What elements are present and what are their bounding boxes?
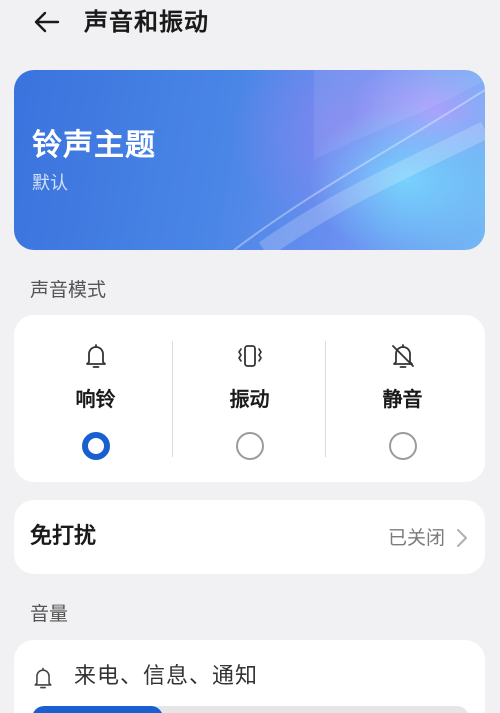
sound-mode-option-label: 响铃: [75, 387, 116, 411]
back-button[interactable]: [28, 6, 64, 38]
ring-volume-label: 来电、信息、通知: [74, 664, 259, 689]
ring-volume-slider-fill: [32, 706, 163, 713]
sound-vibration-page: 声音和振动 铃声主题 默认 声音模式 响铃 振动 静音 免打扰 已关闭 音量 来…: [0, 0, 500, 713]
page-title: 声音和振动: [84, 8, 209, 36]
ringtone-theme-card[interactable]: 铃声主题 默认: [14, 70, 485, 250]
ring-volume-slider[interactable]: [32, 706, 469, 713]
sound-mode-vibrate-option[interactable]: 振动: [173, 315, 326, 482]
sound-mode-ring-option[interactable]: 响铃: [19, 315, 172, 482]
sound-mode-option-label: 振动: [229, 387, 270, 411]
ringtone-theme-value: 默认: [32, 173, 68, 194]
bell-icon: [34, 667, 52, 689]
bell-off-icon: [391, 344, 414, 368]
ring-radio-button[interactable]: [81, 432, 110, 460]
vibrate-radio-button[interactable]: [235, 432, 264, 460]
arrow-left-icon: [34, 11, 60, 33]
do-not-disturb-status: 已关闭: [387, 527, 445, 549]
vibrate-icon: [237, 345, 262, 367]
sound-mode-card: 响铃 振动 静音: [14, 315, 485, 482]
sound-mode-section-label: 声音模式: [30, 279, 107, 301]
top-app-bar: 声音和振动: [0, 0, 500, 48]
do-not-disturb-row[interactable]: 免打扰 已关闭: [14, 500, 485, 574]
silent-radio-button[interactable]: [388, 432, 417, 460]
bell-icon: [85, 344, 106, 368]
ringtone-theme-title: 铃声主题: [32, 128, 156, 163]
chevron-right-icon: [457, 529, 467, 547]
volume-card: 来电、信息、通知: [14, 640, 485, 713]
volume-section-label: 音量: [30, 603, 69, 625]
sound-mode-option-label: 静音: [382, 387, 423, 411]
do-not-disturb-label: 免打扰: [30, 524, 97, 549]
sound-mode-silent-option[interactable]: 静音: [326, 315, 479, 482]
